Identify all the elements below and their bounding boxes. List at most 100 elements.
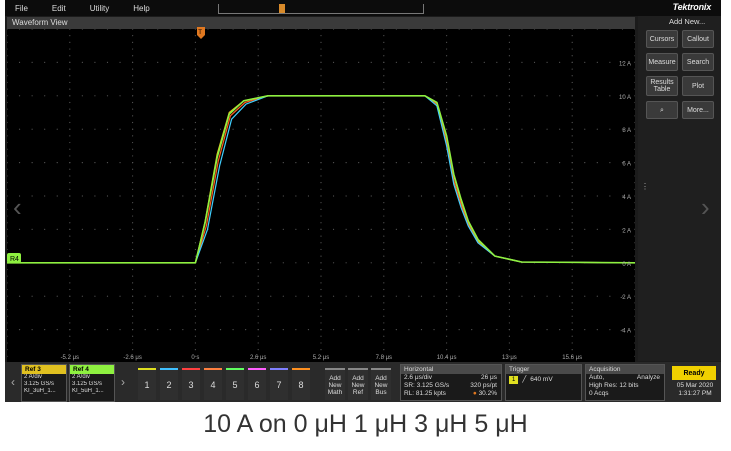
ref3-badge[interactable]: Ref 3 2 A/div 3.125 GS/s KI_3uH_1...: [21, 364, 67, 402]
grid-dot: [446, 128, 448, 130]
grid-dot: [6, 342, 8, 344]
channel-5-button[interactable]: 5: [226, 368, 244, 400]
menu-help[interactable]: Help: [133, 4, 149, 13]
zoom-button[interactable]: ⌕: [646, 101, 678, 119]
grid-dot: [433, 295, 435, 297]
grid-dot: [383, 262, 385, 264]
channel-6-button[interactable]: 6: [248, 368, 266, 400]
channel-marker[interactable]: R4: [7, 253, 21, 263]
grid-dot: [496, 95, 498, 97]
grid-dot: [194, 182, 196, 184]
plot-button[interactable]: Plot: [682, 76, 714, 96]
grid-dot: [6, 108, 8, 110]
grid-dot: [132, 315, 134, 317]
grid-dot: [81, 28, 83, 30]
grid-dot: [433, 195, 435, 197]
grid-dot: [634, 28, 636, 30]
settings-scroll-left-icon[interactable]: ‹: [7, 364, 19, 400]
callout-button[interactable]: Callout: [682, 30, 714, 48]
channel-1-button[interactable]: 1: [138, 368, 156, 400]
grid-dot: [56, 295, 58, 297]
menu-file[interactable]: File: [15, 4, 28, 13]
results-table-button[interactable]: Results Table: [646, 76, 678, 96]
nav-right-arrow-icon[interactable]: ›: [701, 192, 710, 223]
record-position-bar[interactable]: [218, 4, 424, 14]
channel-8-button[interactable]: 8: [292, 368, 310, 400]
settings-scroll-right-icon[interactable]: ›: [117, 364, 129, 400]
grid-dot: [408, 162, 410, 164]
grid-dot: [56, 329, 58, 331]
grid-dot: [571, 101, 573, 104]
panel-drag-handle-icon[interactable]: ⋮: [641, 183, 649, 191]
acquisition-badge[interactable]: Acquisition Auto, Analyze High Res: 12 bi…: [585, 364, 665, 401]
channel-4-button[interactable]: 4: [204, 368, 222, 400]
grid-dot: [219, 95, 222, 97]
grid-dot: [270, 61, 272, 64]
grid-dot: [571, 342, 573, 344]
grid-dot: [571, 115, 573, 117]
add-new-bus-button[interactable]: Add New Bus: [371, 368, 391, 400]
grid-dot: [571, 141, 573, 144]
add-new-math-button[interactable]: Add New Math: [325, 368, 345, 400]
grid-dot: [332, 329, 335, 331]
grid-dot: [571, 61, 573, 64]
grid-dot: [157, 329, 159, 331]
grid-dot: [282, 162, 284, 164]
grid-dot: [471, 262, 473, 264]
horizontal-duration: 26 μs: [480, 374, 497, 381]
grid-dot: [257, 155, 259, 157]
grid-dot: [446, 188, 448, 190]
add-new-ref-button[interactable]: Add New Ref: [348, 368, 368, 400]
menu-utility[interactable]: Utility: [90, 4, 110, 13]
grid-dot: [383, 168, 385, 170]
nav-left-arrow-icon[interactable]: ‹: [13, 192, 22, 223]
channel-7-button[interactable]: 7: [270, 368, 288, 400]
grid-dot: [44, 329, 46, 331]
grid-dot: [194, 175, 196, 177]
channel-2-button[interactable]: 2: [160, 368, 178, 400]
grid-dot: [571, 322, 573, 324]
grid-dot: [471, 162, 473, 164]
trigger-position-icon[interactable]: T: [195, 27, 207, 45]
grid-dot: [119, 128, 121, 130]
grid-dot: [307, 228, 310, 230]
grid-dot: [257, 88, 259, 90]
grid-dot: [584, 295, 586, 297]
grid-dot: [446, 222, 448, 224]
grid-dot: [621, 28, 624, 30]
y-tick-label: 10 A: [619, 95, 631, 101]
grid-dot: [194, 68, 196, 70]
grid-dot: [358, 228, 360, 230]
horizontal-badge[interactable]: Horizontal 2.6 μs/div 26 μs SR: 3.125 GS/…: [400, 364, 502, 401]
waveform-display[interactable]: 12 A 10 A8 A6 A4 A2 A0 A -2 A -4 A -5.2 μs -…: [6, 28, 636, 364]
record-position-marker[interactable]: [279, 4, 285, 13]
grid-dot: [508, 322, 510, 324]
trigger-badge[interactable]: Trigger 1 ╱ 640 mV: [505, 364, 582, 401]
grid-dot: [446, 275, 448, 277]
grid-dot: [169, 61, 171, 64]
grid-dot: [571, 295, 573, 297]
grid-dot: [408, 295, 410, 297]
grid-dot: [270, 128, 272, 130]
grid-dot: [559, 162, 561, 164]
grid-dot: [634, 168, 636, 170]
run-status-button[interactable]: Ready: [672, 366, 716, 380]
measure-button[interactable]: Measure: [646, 53, 678, 71]
grid-dot: [69, 288, 71, 291]
grid-dot: [69, 68, 71, 70]
date: 05 Mar 2020: [676, 382, 714, 389]
grid-dot: [383, 195, 385, 197]
grid-dot: [132, 115, 134, 117]
channel-3-button[interactable]: 3: [182, 368, 200, 400]
menu-edit[interactable]: Edit: [52, 4, 66, 13]
grid-dot: [94, 128, 96, 130]
grid-dot: [358, 162, 360, 164]
grid-dot: [533, 162, 536, 164]
ref4-badge[interactable]: Ref 4 2 A/div 3.125 GS/s KI_5uH_1...: [69, 364, 115, 402]
grid-dot: [132, 88, 134, 90]
cursors-button[interactable]: Cursors: [646, 30, 678, 48]
grid-dot: [320, 88, 322, 90]
search-button[interactable]: Search: [682, 53, 714, 71]
more-button[interactable]: More...: [682, 101, 714, 119]
grid-dot: [634, 335, 636, 337]
